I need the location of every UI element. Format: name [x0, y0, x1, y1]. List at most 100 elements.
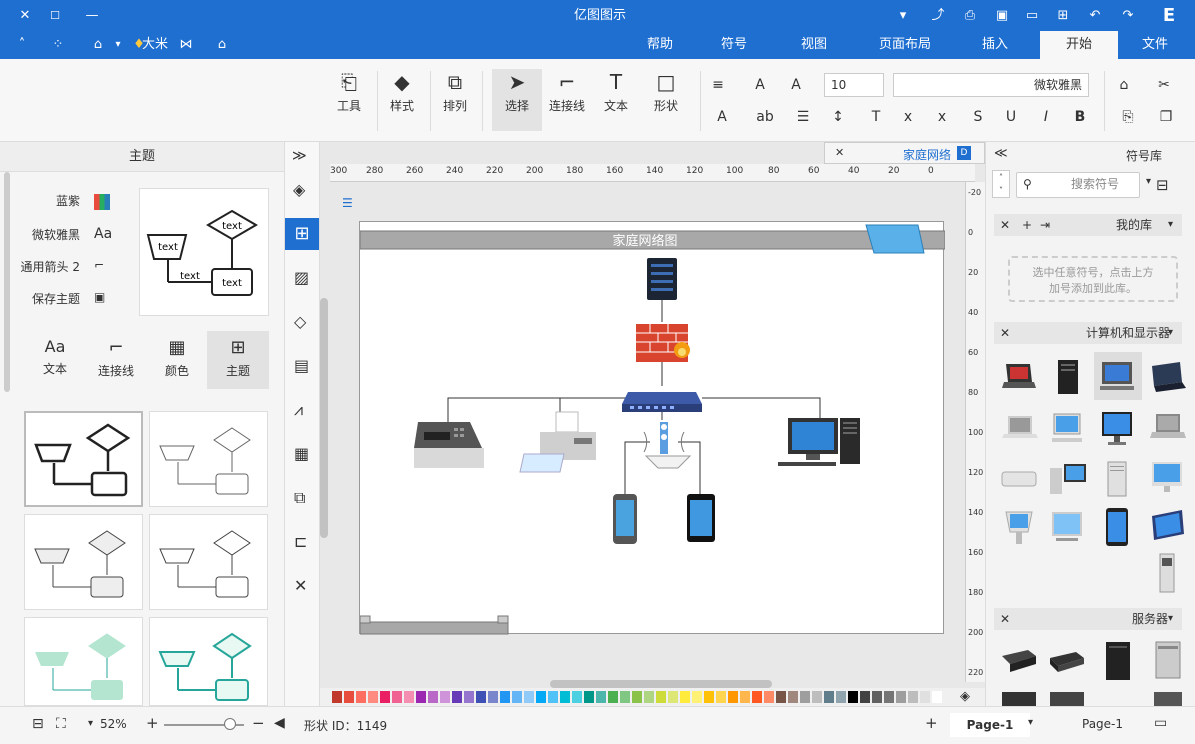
quick-access-menu-icon[interactable]: ▾ [893, 0, 913, 31]
close-tab-icon[interactable]: ✕ [835, 146, 844, 159]
gantt-icon[interactable]: ⊏ [294, 532, 307, 551]
theme-card[interactable] [24, 617, 143, 706]
color-swatch[interactable] [380, 691, 390, 703]
fill-color-icon[interactable]: ◈ [960, 689, 970, 704]
section-my-library[interactable]: ✕ + ⇥ 我的库 ▾ [994, 214, 1182, 236]
color-swatch[interactable] [680, 691, 690, 703]
workstation-icon[interactable] [1046, 458, 1088, 500]
printer-icon[interactable] [519, 411, 596, 473]
drawing-page[interactable]: 家庭网络图 [359, 221, 946, 635]
align-icon[interactable]: ≡ [708, 75, 728, 95]
document-tab[interactable]: ✕ 家庭网络 D [824, 142, 985, 164]
arrange-button[interactable]: ⧉ 排列 [438, 69, 472, 114]
color-swatch[interactable] [800, 691, 810, 703]
new-icon[interactable]: ⊞ [1053, 0, 1073, 31]
add-page-icon[interactable]: + [925, 714, 938, 732]
server-tower-icon[interactable] [1046, 356, 1088, 398]
color-swatch[interactable] [572, 691, 582, 703]
color-swatch[interactable] [464, 691, 474, 703]
chevron-down-icon[interactable]: ▾ [1168, 214, 1173, 236]
list-icon[interactable]: ☰ [793, 107, 813, 127]
theme-card[interactable] [24, 411, 143, 507]
rack-server-icon[interactable] [1046, 640, 1088, 682]
mindmap-icon[interactable]: ✕ [294, 576, 307, 595]
chevron-down-icon[interactable]: ▾ [112, 31, 124, 59]
tablet-icon[interactable] [1146, 506, 1188, 548]
laptop-silver-icon[interactable] [1146, 408, 1188, 450]
touchscreen-kiosk-icon[interactable] [998, 506, 1040, 548]
user-name[interactable]: 大米 [140, 31, 170, 59]
tab-home[interactable]: 开始 [1040, 31, 1118, 59]
fill-icon[interactable]: ◈ [293, 180, 305, 199]
smartphone-icon[interactable] [613, 494, 637, 544]
theme-option-color[interactable]: 蓝紫 [20, 192, 120, 212]
theme-option-font[interactable]: 微软雅黑 Aa [20, 226, 120, 246]
open-icon[interactable]: ▭ [1022, 0, 1042, 31]
color-swatch[interactable] [500, 691, 510, 703]
color-swatch[interactable] [560, 691, 570, 703]
theme-panel-scrollbar[interactable] [4, 172, 10, 392]
zoom-in-icon[interactable]: + [146, 714, 159, 732]
increase-font-icon[interactable]: A [786, 75, 806, 95]
flat-monitor-icon[interactable] [1046, 506, 1088, 548]
firewall-icon[interactable] [636, 324, 690, 362]
fax-machine-icon[interactable] [414, 422, 484, 468]
theme-option-save[interactable]: 保存主题 ▣ [20, 290, 120, 310]
imac-icon[interactable] [1146, 458, 1188, 500]
subscript-icon[interactable]: x [898, 107, 918, 127]
close-icon[interactable]: ✕ [1000, 322, 1010, 344]
theme-card[interactable] [149, 411, 268, 507]
puzzle-icon[interactable]: ⧉ [294, 488, 305, 508]
footer-bar[interactable] [359, 621, 509, 635]
macbook-icon[interactable] [998, 408, 1040, 450]
laptop-icon[interactable] [998, 356, 1040, 398]
shirt-icon[interactable]: ⌂ [88, 31, 108, 59]
color-swatch[interactable] [908, 691, 918, 703]
color-swatch[interactable] [824, 691, 834, 703]
color-swatch[interactable] [332, 691, 342, 703]
color-swatch[interactable] [764, 691, 774, 703]
close-icon[interactable]: ✕ [15, 0, 35, 31]
color-swatch[interactable] [452, 691, 462, 703]
print-icon[interactable]: ⎙ [960, 0, 980, 31]
color-swatch[interactable] [836, 691, 846, 703]
color-swatch[interactable] [476, 691, 486, 703]
color-swatch[interactable] [848, 691, 858, 703]
chevron-down-icon[interactable]: ▾ [1146, 176, 1151, 187]
zoom-level[interactable]: 52% [100, 717, 127, 731]
tab-view[interactable]: 视图 [790, 31, 838, 59]
my-library-dropzone[interactable]: 选中任意符号，点击上方 加号添加到此库。 [1008, 256, 1178, 302]
close-icon[interactable]: ✕ [1000, 214, 1010, 236]
color-swatch[interactable] [392, 691, 402, 703]
color-swatch[interactable] [404, 691, 414, 703]
share-icon[interactable]: ⋈ [176, 31, 196, 59]
wireless-access-point-icon[interactable] [643, 422, 692, 469]
zoom-slider-thumb[interactable] [224, 718, 236, 730]
shape-button[interactable]: □ 形状 [648, 69, 684, 114]
image-icon[interactable]: ▨ [294, 268, 309, 287]
tower-server-icon[interactable] [1096, 640, 1138, 682]
text-button[interactable]: T 文本 [598, 69, 634, 114]
undo-icon[interactable]: ↶ [1085, 0, 1105, 31]
expand-panel-icon[interactable]: ≫ [292, 148, 307, 164]
redo-icon[interactable]: ↷ [1118, 0, 1138, 31]
collapse-ribbon-icon[interactable]: ˄ [12, 31, 32, 59]
decrease-font-icon[interactable]: A [750, 75, 770, 95]
collapse-panel-icon[interactable]: ≪ [994, 146, 1008, 161]
fullscreen-icon[interactable]: ⛶ [56, 716, 66, 732]
scroll-stepper[interactable]: ˄ ˅ [992, 170, 1010, 198]
superscript-icon[interactable]: x [932, 107, 952, 127]
tools-button[interactable]: ⎗ 工具 [332, 69, 366, 114]
tab-page-layout[interactable]: 页面布局 [868, 31, 942, 59]
monitor-keyboard-icon[interactable] [1046, 408, 1088, 450]
underline-icon[interactable]: U [1001, 107, 1021, 127]
theme-card[interactable] [24, 514, 143, 610]
ipad-icon[interactable] [1096, 506, 1138, 548]
paste-icon[interactable]: ⎘ [1118, 107, 1138, 127]
router-icon[interactable] [622, 392, 702, 412]
select-button[interactable]: ➤ 选择 [492, 69, 542, 131]
theme-card[interactable] [149, 617, 268, 706]
color-swatch[interactable] [704, 691, 714, 703]
play-icon[interactable]: ◀ [274, 715, 285, 731]
color-swatch[interactable] [692, 691, 702, 703]
